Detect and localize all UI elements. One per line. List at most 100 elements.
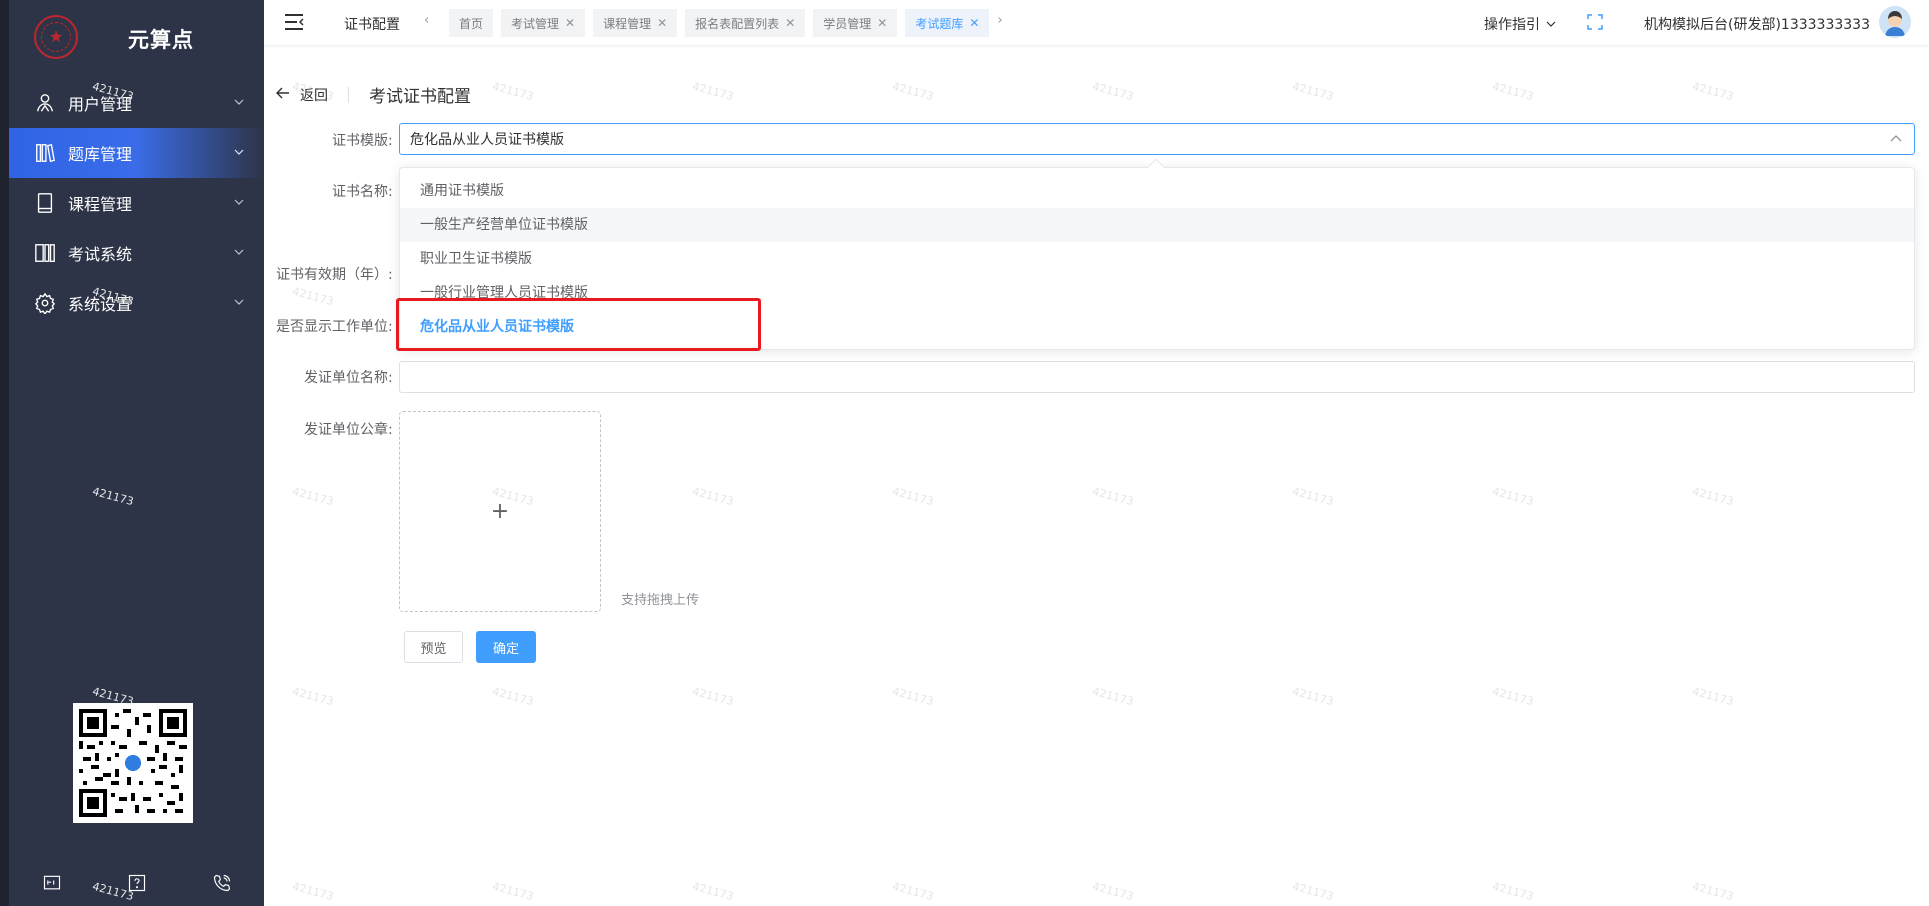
- chevron-down-icon: [234, 299, 244, 305]
- tab-label: 考试题库: [915, 16, 964, 31]
- book-icon: [34, 192, 56, 214]
- sidebar-item-label: 用户管理: [68, 95, 133, 114]
- watermark-text: 421173: [1491, 484, 1535, 509]
- seal-upload[interactable]: +: [399, 411, 601, 612]
- sidebar: ★ 元算点 用户管理 题库管理 课程管理 考试系统 系统设置: [0, 0, 264, 906]
- watermark-text: 421173: [891, 684, 935, 709]
- operation-guide[interactable]: 操作指引: [1484, 14, 1556, 34]
- user-name[interactable]: 机构模拟后台(研发部)1333333333: [1644, 14, 1870, 34]
- watermark-text: 421173: [1091, 79, 1135, 104]
- watermark-text: 421173: [1291, 879, 1335, 904]
- avatar[interactable]: [1879, 6, 1911, 38]
- watermark-text: 421173: [1291, 79, 1335, 104]
- watermark-text: 421173: [691, 879, 735, 904]
- chevron-down-icon: [234, 199, 244, 205]
- template-select[interactable]: 危化品从业人员证书模版: [399, 123, 1915, 155]
- watermark-text: 421173: [891, 484, 935, 509]
- watermark-text: 421173: [1291, 484, 1335, 509]
- sidebar-item-user-management[interactable]: 用户管理: [9, 78, 264, 128]
- sidebar-item-exam-system[interactable]: 考试系统: [9, 228, 264, 278]
- fullscreen-icon[interactable]: [1587, 14, 1603, 30]
- watermark-text: 421173: [891, 879, 935, 904]
- watermark-text: 421173: [291, 879, 335, 904]
- user-group-icon: [34, 92, 56, 114]
- tab-label: 课程管理: [603, 16, 652, 31]
- tab-home[interactable]: 首页: [449, 9, 494, 37]
- sidebar-item-label: 考试系统: [68, 245, 133, 264]
- sidebar-item-system-settings[interactable]: 系统设置: [9, 278, 264, 328]
- watermark-text: 421173: [1691, 684, 1735, 709]
- cert-name-label: 证书名称:: [332, 184, 393, 200]
- seal-label: 发证单位公章:: [304, 422, 393, 438]
- sidebar-item-label: 课程管理: [68, 195, 133, 214]
- tabs-next-icon[interactable]: ›: [997, 13, 1002, 37]
- phone-icon[interactable]: [210, 871, 234, 895]
- preview-button[interactable]: 预览: [404, 631, 463, 663]
- watermark-text: 421173: [1291, 684, 1335, 709]
- watermark-text: 421173: [491, 79, 535, 104]
- watermark-text: 421173: [1091, 684, 1135, 709]
- star-icon: ★: [48, 27, 64, 46]
- tab-exam-management[interactable]: 考试管理 ✕: [501, 9, 586, 37]
- dropdown-option[interactable]: 职业卫生证书模版: [400, 242, 1914, 276]
- brand: ★ 元算点: [34, 14, 193, 60]
- watermark-text: 421173: [1691, 879, 1735, 904]
- close-icon[interactable]: ✕: [785, 16, 795, 30]
- help-icon[interactable]: [125, 871, 149, 895]
- sidebar-menu: 用户管理 题库管理 课程管理 考试系统 系统设置: [9, 78, 264, 328]
- exam-icon: [34, 242, 56, 264]
- tab-exam-question-bank[interactable]: 考试题库 ✕: [905, 9, 990, 37]
- dropdown-option[interactable]: 一般生产经营单位证书模版: [400, 208, 1914, 242]
- tab-label: 考试管理: [511, 16, 560, 31]
- highlight-annotation: [396, 298, 761, 351]
- watermark-text: 421173: [291, 484, 335, 509]
- screen-icon[interactable]: [40, 871, 64, 895]
- template-label: 证书模版:: [332, 133, 393, 149]
- sidebar-edge: [0, 0, 9, 906]
- watermark-text: 421173: [1691, 79, 1735, 104]
- dropdown-arrow: [1147, 158, 1165, 176]
- sidebar-item-label: 系统设置: [68, 295, 133, 314]
- tab-course-management[interactable]: 课程管理 ✕: [593, 9, 678, 37]
- watermark-text: 421173: [1091, 484, 1135, 509]
- tabs-prev-icon[interactable]: ‹: [424, 13, 429, 28]
- chevron-down-icon: [1546, 21, 1556, 27]
- watermark-text: 421173: [691, 79, 735, 104]
- close-icon[interactable]: ✕: [657, 16, 667, 30]
- dropdown-option[interactable]: 通用证书模版: [400, 174, 1914, 208]
- watermark-text: 421173: [1691, 484, 1735, 509]
- sidebar-item-course-management[interactable]: 课程管理: [9, 178, 264, 228]
- watermark-text: 421173: [1491, 879, 1535, 904]
- watermark-text: 421173: [491, 684, 535, 709]
- topbar: 证书配置 ‹ 首页 考试管理 ✕ 课程管理 ✕ 报名表配置列表 ✕ 学员管理 ✕ 考试题…: [264, 0, 1929, 46]
- sidebar-footer: [9, 868, 264, 898]
- plus-icon: +: [490, 499, 510, 524]
- tab-label: 学员管理: [823, 16, 872, 31]
- back-bar: 返回 考试证书配置: [276, 82, 471, 107]
- template-select-value: 危化品从业人员证书模版: [410, 132, 564, 148]
- qr-code: [73, 703, 193, 823]
- tab-registration-config[interactable]: 报名表配置列表 ✕: [685, 9, 806, 37]
- show-unit-label: 是否显示工作单位:: [276, 319, 393, 335]
- tab-student-management[interactable]: 学员管理 ✕: [813, 9, 898, 37]
- divider: [348, 86, 349, 103]
- confirm-button[interactable]: 确定: [476, 631, 536, 663]
- sidebar-item-label: 题库管理: [68, 145, 133, 164]
- sidebar-item-question-bank[interactable]: 题库管理: [9, 128, 264, 178]
- gear-icon: [34, 292, 56, 314]
- chevron-up-icon: [1890, 135, 1902, 142]
- tab-label: 首页: [459, 16, 484, 31]
- chevron-down-icon: [234, 99, 244, 105]
- back-link[interactable]: 返回: [300, 85, 328, 105]
- close-icon[interactable]: ✕: [565, 16, 575, 30]
- issuer-input[interactable]: [399, 361, 1915, 393]
- guide-label: 操作指引: [1484, 17, 1540, 33]
- chevron-down-icon: [234, 149, 244, 155]
- close-icon[interactable]: ✕: [969, 16, 979, 30]
- arrow-left-icon[interactable]: [276, 87, 290, 103]
- menu-toggle-icon[interactable]: [284, 13, 304, 31]
- close-icon[interactable]: ✕: [877, 16, 887, 30]
- watermark-text: 421173: [291, 684, 335, 709]
- watermark-text: 421173: [1491, 79, 1535, 104]
- watermark-text: 421173: [491, 879, 535, 904]
